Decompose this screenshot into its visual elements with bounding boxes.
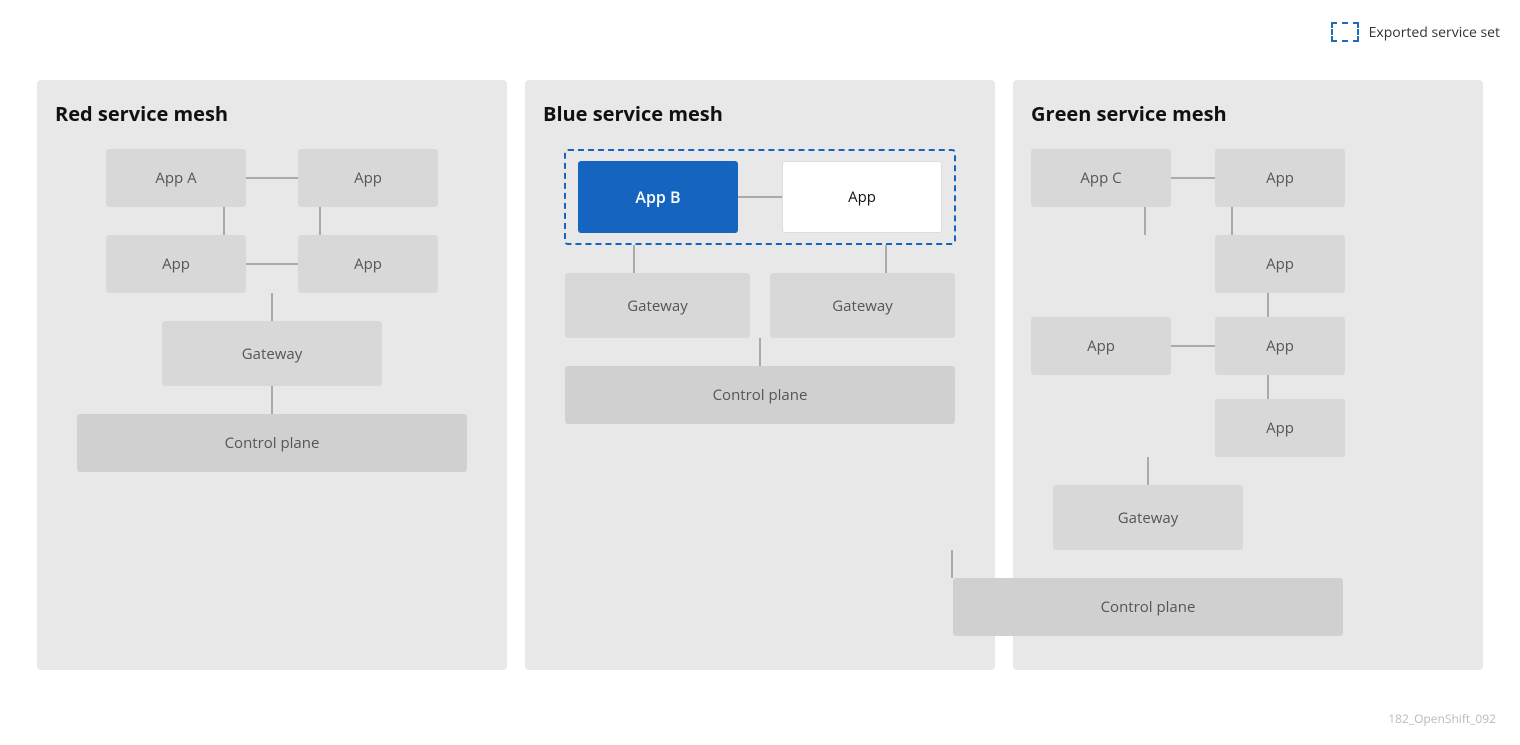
blue-mesh-panel: Blue service mesh App B App	[525, 80, 995, 670]
legend-label: Exported service set	[1369, 23, 1500, 42]
green-vline-left-top	[1144, 207, 1146, 235]
blue-gateway-right: Gateway	[770, 273, 955, 338]
legend: Exported service set	[1331, 22, 1500, 42]
red-vline-left-top	[223, 207, 225, 235]
meshes-row: Red service mesh App A App	[20, 80, 1500, 670]
green-app-mid-right: App	[1215, 235, 1345, 293]
green-top-row: App C App	[1031, 149, 1345, 207]
green-control-plane: Control plane	[953, 578, 1343, 636]
green-vline-extra2-wrap	[1215, 375, 1345, 399]
green-h-line-mid	[1171, 345, 1215, 347]
green-app-extra2: App	[1215, 399, 1345, 457]
blue-mesh-layout: App B App Gateway	[543, 149, 977, 424]
green-mesh-title: Green service mesh	[1031, 100, 1465, 127]
red-mesh-title: Red service mesh	[55, 100, 489, 127]
green-gateway: Gateway	[1053, 485, 1243, 550]
red-vline-mid-gw	[271, 293, 273, 321]
blue-vline-gw-cp	[759, 338, 761, 366]
green-app-top-right: App	[1215, 149, 1345, 207]
green-vline-extra2	[1267, 375, 1269, 399]
blue-app-b: App B	[578, 161, 738, 233]
red-vline-gw-cp	[271, 386, 273, 414]
blue-control-plane: Control plane	[565, 366, 955, 424]
green-left-col: App C App App	[1031, 149, 1345, 636]
green-app-c: App C	[1031, 149, 1171, 207]
page-container: Exported service set Red service mesh Ap…	[0, 0, 1520, 745]
green-app-mid-left: App	[1031, 317, 1171, 375]
green-mesh-layout: App C App App	[1031, 149, 1465, 636]
blue-vline-gw-cp-wrapper	[565, 338, 955, 366]
green-vline-gw-cp	[951, 550, 953, 578]
green-mid-row: App App App	[1031, 235, 1345, 457]
green-vline-extra1-wrap	[1215, 293, 1345, 317]
red-h-line-mid	[246, 263, 298, 265]
red-control-plane: Control plane	[77, 414, 467, 472]
green-vline-right-top	[1231, 207, 1233, 235]
red-app-top-right: App	[298, 149, 438, 207]
red-h-line-top	[246, 177, 298, 179]
red-app-mid-left: App	[106, 235, 246, 293]
red-mid-row: App App	[106, 235, 438, 293]
green-vlines1	[1031, 207, 1345, 235]
green-vline-mid-gw-wrap	[991, 457, 1305, 485]
green-mesh-panel: Green service mesh App C App	[1013, 80, 1483, 670]
red-gateway: Gateway	[162, 321, 382, 386]
red-vline-right-top	[319, 207, 321, 235]
blue-mesh-title: Blue service mesh	[543, 100, 977, 127]
green-right-stack: App App App	[1215, 235, 1345, 457]
red-app-a: App A	[106, 149, 246, 207]
red-app-mid-right: App	[298, 235, 438, 293]
green-app-extra1: App	[1215, 317, 1345, 375]
red-mesh-panel: Red service mesh App A App	[37, 80, 507, 670]
red-vlines1	[106, 207, 438, 235]
exported-service-set: App B App	[564, 149, 956, 245]
blue-vlines1	[553, 245, 967, 273]
legend-exported-box	[1331, 22, 1359, 42]
green-vline-extra1	[1267, 293, 1269, 317]
blue-vline-right	[885, 245, 887, 273]
blue-gateway-left: Gateway	[565, 273, 750, 338]
red-mesh-layout: App A App App	[55, 149, 489, 472]
red-vline-mid-gw-wrapper	[106, 293, 438, 321]
watermark: 182_OpenShift_092	[1388, 710, 1496, 727]
red-top-row: App A App	[106, 149, 438, 207]
blue-h-line-top	[738, 196, 782, 198]
green-h-line-top	[1171, 177, 1215, 179]
green-vline-mid-gw	[1147, 457, 1149, 485]
blue-vline-left	[633, 245, 635, 273]
blue-app-top-right: App	[782, 161, 942, 233]
blue-gateways-row: Gateway Gateway	[565, 273, 955, 338]
